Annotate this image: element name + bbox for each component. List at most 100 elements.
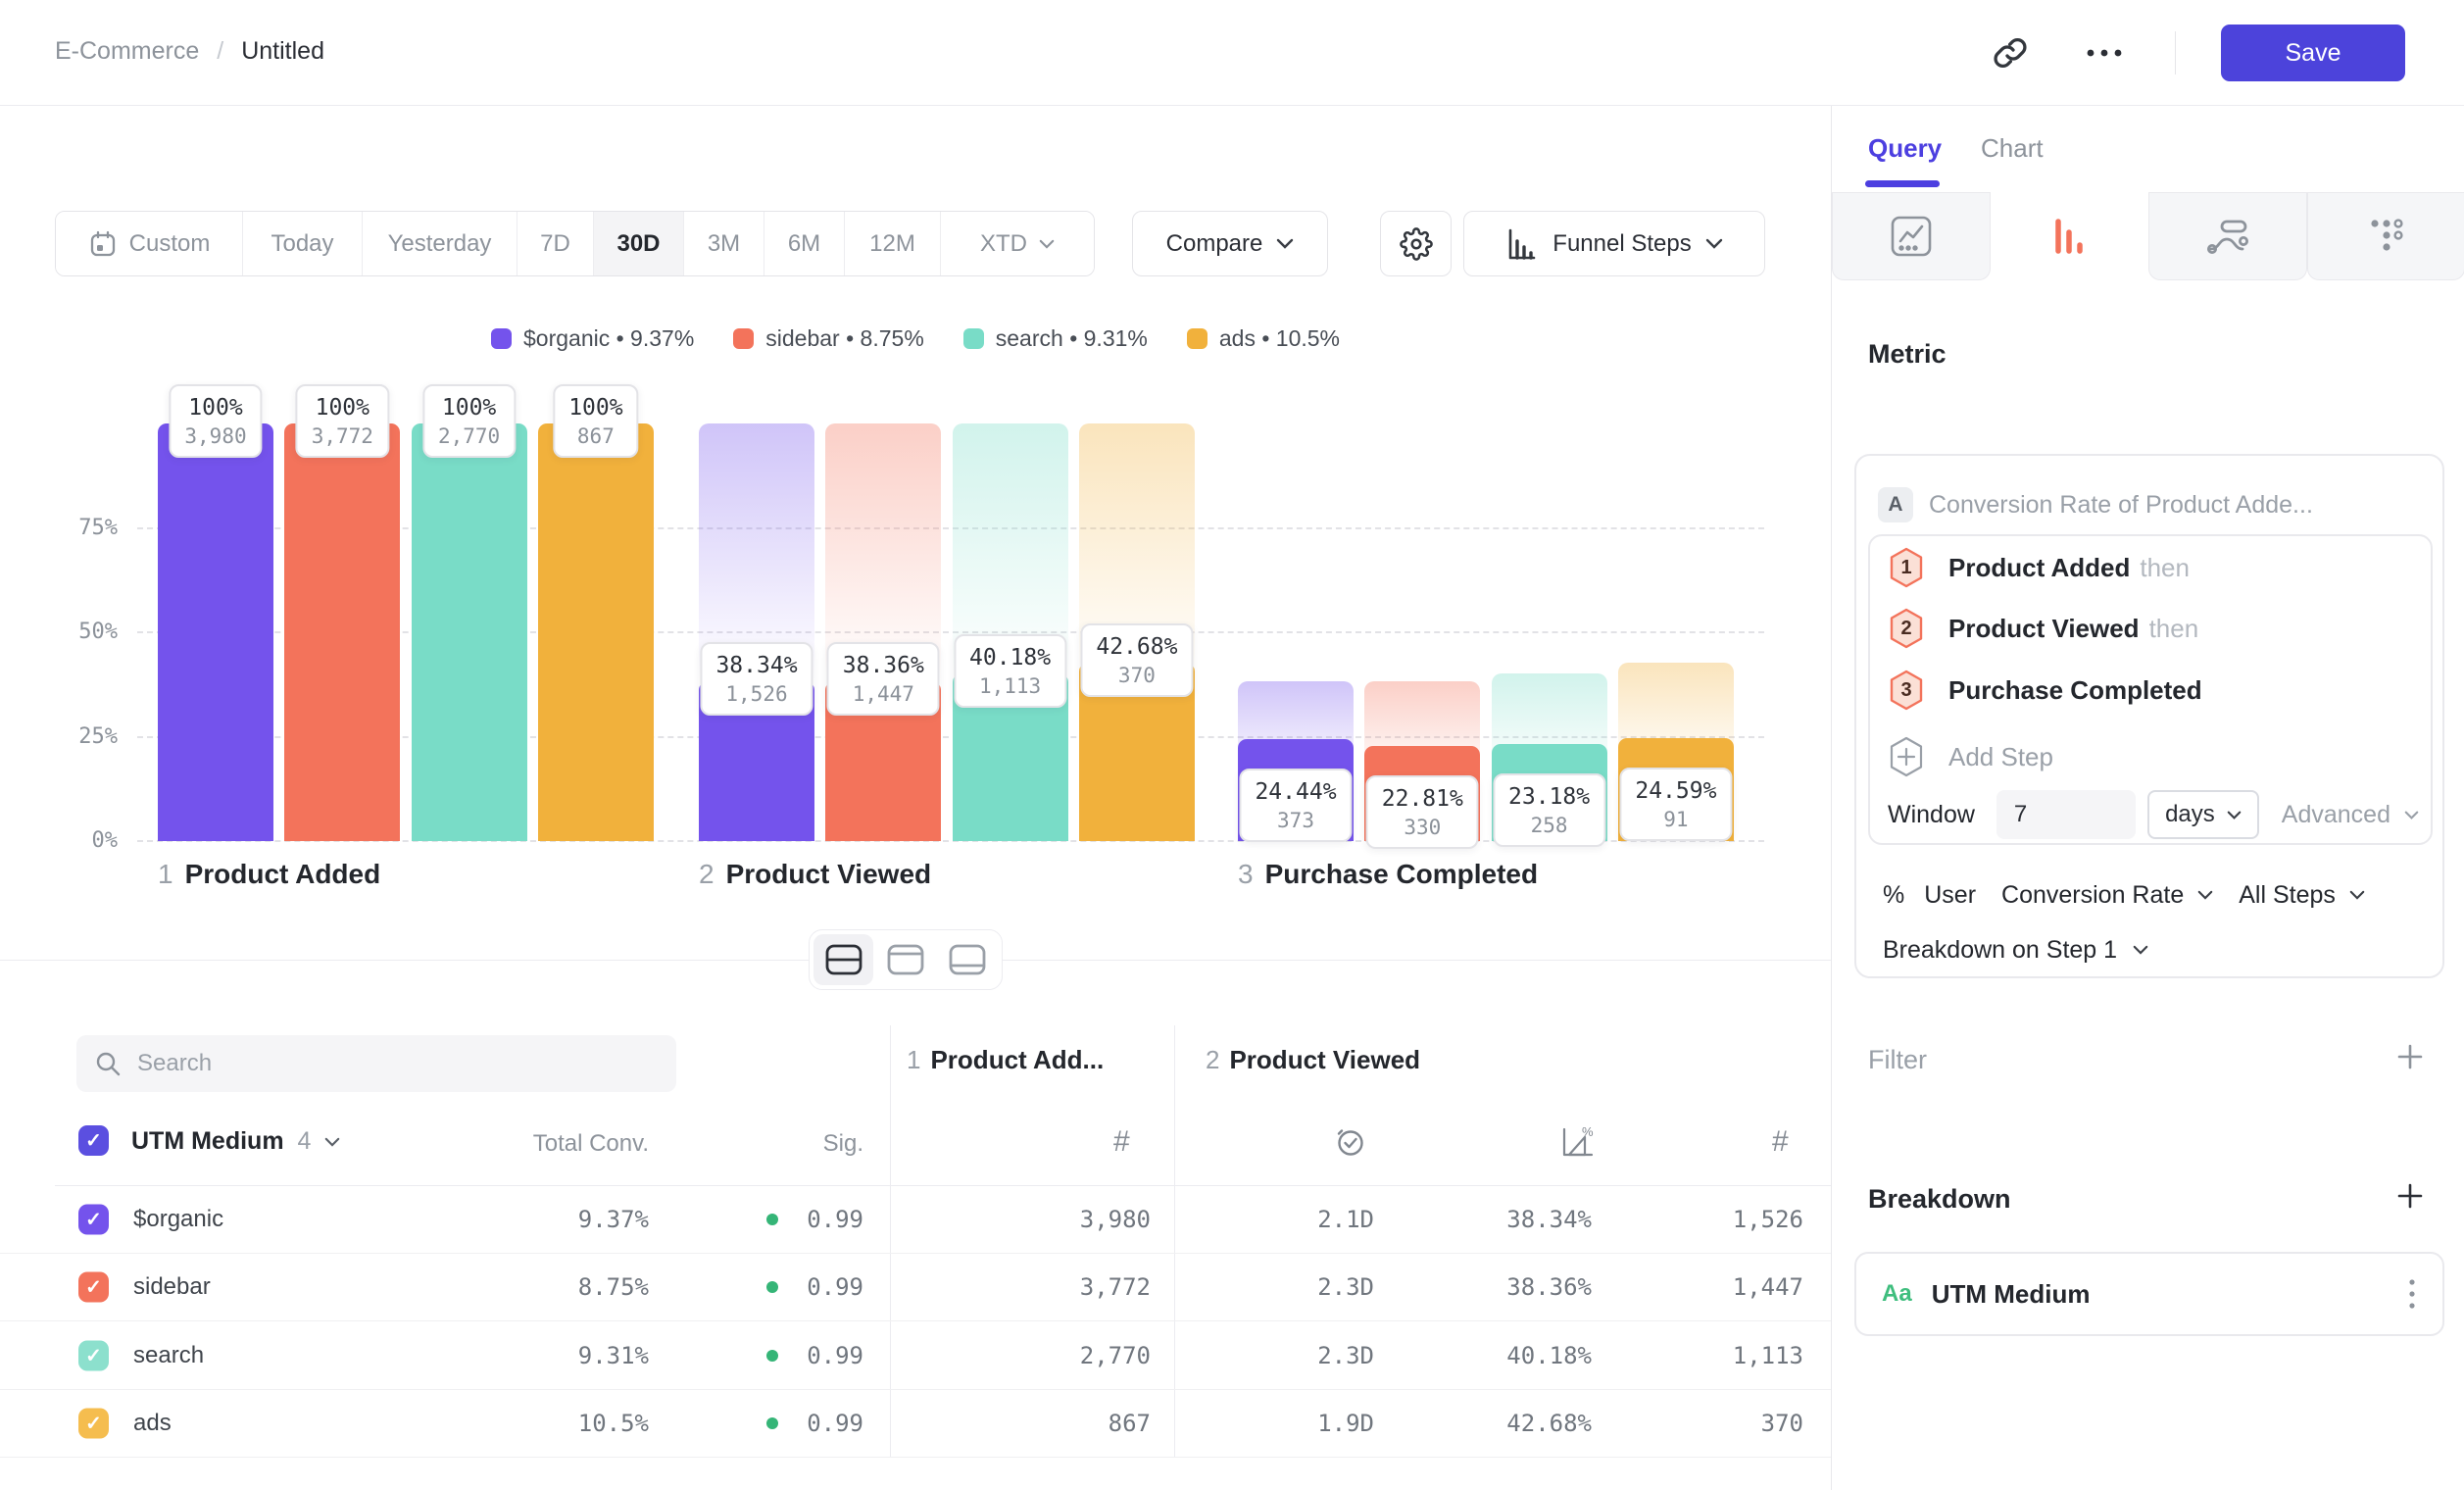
chart-type-grid[interactable] — [2307, 192, 2464, 280]
significance-value: 0.99 — [784, 1410, 863, 1437]
step-name: Product Viewed — [726, 859, 932, 889]
step-number: 3 — [1238, 859, 1254, 889]
bar-value-label: 38.36%1,447 — [827, 642, 940, 716]
table-row-search[interactable]: ✓search9.31%0.992,7702.3D40.18%1,113 — [0, 1322, 1831, 1390]
bar-conversion-pct: 24.59% — [1635, 775, 1716, 807]
share-link-button[interactable] — [1987, 29, 2034, 76]
bar-conversion-pct: 38.34% — [715, 650, 797, 681]
step2-count: 370 — [1647, 1410, 1803, 1437]
more-menu-button[interactable] — [2079, 41, 2130, 65]
significance-value: 0.99 — [784, 1342, 863, 1369]
funnel-bar-ads-step1[interactable] — [538, 423, 654, 841]
tab-chart[interactable]: Chart — [1981, 133, 2044, 164]
breadcrumb-title[interactable]: Untitled — [241, 37, 324, 66]
column-header-sig[interactable]: Sig. — [785, 1130, 863, 1158]
bar-count: 2,770 — [438, 423, 500, 450]
conv-rate-icon[interactable]: % — [1560, 1125, 1596, 1159]
table-row-organic[interactable]: ✓$organic9.37%0.993,9802.1D38.34%1,526 — [0, 1186, 1831, 1254]
measure-symbol: % — [1883, 881, 1904, 910]
chart-step-label-3: 3Purchase Completed — [1238, 859, 1538, 890]
chevron-down-icon — [324, 1137, 340, 1147]
measure-metric-select[interactable]: Conversion Rate — [2001, 881, 2184, 910]
row-checkbox[interactable]: ✓ — [78, 1340, 109, 1370]
bar-value-label: 42.68%370 — [1080, 623, 1193, 697]
step2-count: 1,526 — [1647, 1206, 1803, 1233]
funnel-step-3[interactable]: 3 Purchase Completed — [1888, 669, 2212, 712]
measure-entity[interactable]: User — [1924, 881, 1976, 910]
step1-count: 867 — [970, 1410, 1151, 1437]
column-header-total-conv[interactable]: Total Conv. — [470, 1130, 649, 1158]
breakdown-on-label: Breakdown on Step 1 — [1883, 936, 2117, 965]
window-label: Window — [1888, 801, 1975, 829]
add-step-button[interactable]: Add Step — [1888, 735, 2053, 778]
step2-conversion: 42.68% — [1431, 1410, 1592, 1437]
bar-count: 3,772 — [312, 423, 373, 450]
row-label: sidebar — [133, 1273, 211, 1301]
measure-scope-select[interactable]: All Steps — [2239, 881, 2336, 910]
bar-value-label: 100%3,772 — [296, 384, 389, 458]
view-toggle-split[interactable] — [813, 934, 873, 985]
row-checkbox[interactable]: ✓ — [78, 1272, 109, 1303]
breadcrumb-project[interactable]: E-Commerce — [55, 37, 199, 66]
chart-type-line[interactable] — [1832, 192, 1991, 280]
funnel-step-1[interactable]: 1 Product Addedthen — [1888, 546, 2190, 589]
funnel-steps-card: 1 Product Addedthen 2 Product Viewedthen… — [1868, 534, 2433, 845]
advanced-toggle[interactable]: Advanced — [2282, 801, 2419, 829]
view-toggle-chart-only[interactable] — [875, 934, 935, 985]
bar-count: 373 — [1255, 808, 1336, 834]
row-label: ads — [133, 1410, 172, 1437]
bar-conversion-pct: 100% — [568, 392, 622, 423]
breakdown-item-menu-button[interactable] — [2407, 1277, 2417, 1311]
y-axis-tick: 25% — [35, 724, 118, 749]
bar-conversion-pct: 42.68% — [1096, 631, 1177, 663]
window-value-input[interactable] — [1996, 790, 2136, 839]
search-input[interactable] — [137, 1050, 659, 1077]
bar-value-label: 22.81%330 — [1366, 775, 1479, 849]
chart-type-funnel[interactable] — [1991, 192, 2149, 280]
step2-avg-time: 2.3D — [1225, 1342, 1374, 1369]
table-row-sidebar[interactable]: ✓sidebar8.75%0.993,7722.3D38.36%1,447 — [0, 1254, 1831, 1321]
group-by-header[interactable]: UTM Medium 4 — [131, 1127, 340, 1156]
breakdown-on-step-select[interactable]: Breakdown on Step 1 — [1883, 930, 2148, 969]
bar-conversion-pct: 38.36% — [843, 650, 924, 681]
hash-icon[interactable]: # — [1772, 1125, 1789, 1159]
funnel-step-2[interactable]: 2 Product Viewedthen — [1888, 607, 2198, 650]
significance-dot — [766, 1350, 778, 1362]
bar-value-label: 40.18%1,113 — [954, 634, 1066, 708]
add-breakdown-button[interactable] — [2394, 1180, 2426, 1212]
bar-value-label: 100%867 — [553, 384, 638, 458]
chevron-down-icon — [2133, 945, 2148, 955]
table-row-ads[interactable]: ✓ads10.5%0.998671.9D42.68%370 — [0, 1390, 1831, 1458]
tab-query[interactable]: Query — [1868, 133, 1942, 164]
funnel-bar-sidebar-step1[interactable] — [284, 423, 400, 841]
save-button[interactable]: Save — [2221, 25, 2405, 81]
step-number-hexagon: 2 — [1888, 608, 1925, 649]
breakdown-item[interactable]: Aa UTM Medium — [1854, 1252, 2444, 1336]
row-checkbox[interactable]: ✓ — [78, 1205, 109, 1235]
bar-count: 330 — [1382, 815, 1463, 841]
significance-value: 0.99 — [784, 1273, 863, 1301]
metric-name[interactable]: Conversion Rate of Product Adde... — [1929, 491, 2313, 520]
significance-dot — [766, 1417, 778, 1429]
select-all-checkbox[interactable]: ✓ — [78, 1125, 109, 1156]
bar-value-label: 100%3,980 — [169, 384, 262, 458]
funnel-bar-organic-step1[interactable] — [158, 423, 273, 841]
filter-section-heading: Filter — [1868, 1045, 1927, 1075]
add-step-label: Add Step — [1948, 742, 2053, 772]
funnel-bar-search-step1[interactable] — [412, 423, 527, 841]
row-checkbox[interactable]: ✓ — [78, 1408, 109, 1438]
step2-count: 1,447 — [1647, 1273, 1803, 1301]
y-axis-tick: 75% — [35, 516, 118, 540]
table-step1-header: 1Product Add... — [907, 1045, 1104, 1075]
total-conversion-value: 10.5% — [470, 1410, 649, 1437]
metric-section-heading: Metric — [1868, 339, 1947, 370]
window-unit-select[interactable]: days — [2147, 790, 2259, 839]
table-step2-header: 2Product Viewed — [1206, 1045, 1420, 1075]
step2-conversion: 38.34% — [1431, 1206, 1592, 1233]
chevron-down-icon — [2349, 890, 2365, 900]
avg-time-icon[interactable] — [1334, 1125, 1367, 1159]
chart-type-flow[interactable] — [2148, 192, 2307, 280]
hash-icon[interactable]: # — [1113, 1125, 1130, 1159]
view-toggle-table-only[interactable] — [938, 934, 998, 985]
add-filter-button[interactable] — [2394, 1041, 2426, 1072]
